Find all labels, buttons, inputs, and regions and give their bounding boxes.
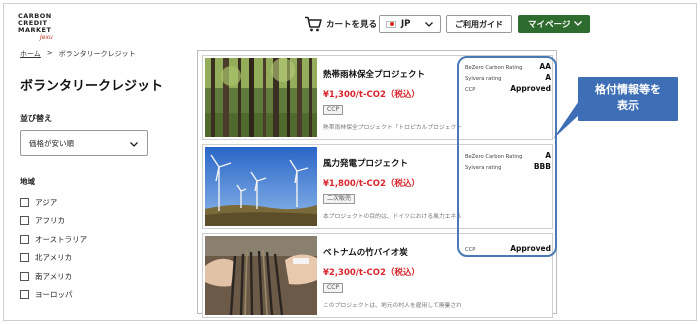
bamboo-biochar-image — [205, 236, 317, 315]
cart-icon — [305, 16, 322, 32]
product-tag: CCP — [323, 283, 343, 293]
language-value: JP — [401, 19, 411, 29]
sort-select[interactable]: 価格が安い順 — [20, 130, 148, 156]
chevron-down-icon — [425, 22, 433, 27]
guide-label: ご利用ガイド — [455, 19, 503, 29]
region-option-label: オーストラリア — [35, 234, 88, 244]
mypage-label: マイページ — [528, 20, 571, 30]
product-description: 熱帯雨林保全プロジェクト「トロピカルプロジェクト」は、インドネシアにある10,0… — [323, 125, 461, 131]
rainforest-image — [205, 58, 317, 137]
product-name[interactable]: ベトナムの竹バイオ炭 — [323, 246, 408, 258]
sort-value: 価格が安い順 — [29, 138, 74, 148]
region-label: 地域 — [20, 177, 35, 186]
cart-button[interactable]: カートを見る — [304, 14, 377, 34]
callout-line-1: 格付情報等を — [595, 83, 661, 96]
breadcrumb: ホーム > ボランタリークレジット — [20, 49, 136, 59]
annotation-callout: 格付情報等を 表示 — [578, 77, 678, 121]
site-logo[interactable]: CARBON CREDIT MARKET Jexu — [18, 13, 60, 42]
region-option-label: アフリカ — [35, 216, 65, 226]
callout-pointer — [553, 101, 579, 139]
product-description: 本プロジェクトの目的は、ドイツにおける風力エネルギーの普及力を利用し、効率的に電 — [323, 214, 461, 220]
product-price: ¥1,300/t-CO2（税込） — [323, 90, 420, 100]
chevron-down-icon — [130, 142, 138, 147]
mypage-button[interactable]: マイページ — [518, 15, 590, 33]
region-checkbox-north-america[interactable]: 北アメリカ — [20, 249, 87, 268]
product-tag: CCP — [323, 105, 343, 115]
breadcrumb-home-link[interactable]: ホーム — [20, 49, 41, 59]
product-name[interactable]: 熱帯雨林保全プロジェクト — [323, 68, 425, 80]
wind-turbine-image — [205, 147, 317, 226]
breadcrumb-separator: > — [46, 49, 53, 57]
checkbox[interactable] — [20, 234, 29, 244]
logo-signature: Jexu — [40, 34, 53, 41]
guide-button[interactable]: ご利用ガイド — [446, 15, 512, 33]
logo-line-3: MARKET — [18, 26, 52, 34]
checkbox[interactable] — [20, 290, 29, 300]
checkbox[interactable] — [20, 216, 29, 226]
region-option-label: アジア — [35, 197, 58, 207]
region-option-label: 南アメリカ — [35, 271, 73, 281]
region-filter-list: アジア アフリカ オーストラリア 北アメリカ 南アメリカ ヨーロッパ — [20, 193, 87, 304]
region-checkbox-africa[interactable]: アフリカ — [20, 212, 87, 231]
callout-line-2: 表示 — [617, 99, 639, 112]
cart-label: カートを見る — [326, 20, 378, 30]
checkbox[interactable] — [20, 197, 29, 207]
language-select[interactable]: JP — [379, 15, 441, 33]
breadcrumb-current: ボランタリークレジット — [58, 50, 136, 58]
region-checkbox-south-america[interactable]: 南アメリカ — [20, 267, 87, 286]
product-price: ¥1,800/t-CO2（税込） — [323, 179, 420, 189]
product-name[interactable]: 風力発電プロジェクト — [323, 157, 408, 169]
page-frame: CARBON CREDIT MARKET Jexu カートを見る JP ご利用ガ… — [3, 3, 697, 321]
sort-label: 並び替え — [20, 114, 52, 123]
checkbox[interactable] — [20, 271, 29, 281]
product-tag: 二次販売 — [323, 194, 356, 204]
page-title: ボランタリークレジット — [20, 79, 164, 94]
checkbox[interactable] — [20, 253, 29, 263]
region-checkbox-australia[interactable]: オーストラリア — [20, 230, 87, 249]
chevron-down-icon — [574, 21, 582, 26]
region-checkbox-asia[interactable]: アジア — [20, 193, 87, 212]
region-option-label: ヨーロッパ — [35, 290, 73, 300]
product-price: ¥2,300/t-CO2（税込） — [323, 268, 420, 278]
rating-highlight-frame — [457, 56, 557, 257]
region-option-label: 北アメリカ — [35, 253, 73, 263]
japan-flag-icon — [386, 20, 396, 28]
product-description: このプロジェクトは、地元の村人を雇用して廃棄される竹を回収し、竹バイオ炭に再利用… — [323, 303, 461, 309]
region-checkbox-europe[interactable]: ヨーロッパ — [20, 286, 87, 305]
